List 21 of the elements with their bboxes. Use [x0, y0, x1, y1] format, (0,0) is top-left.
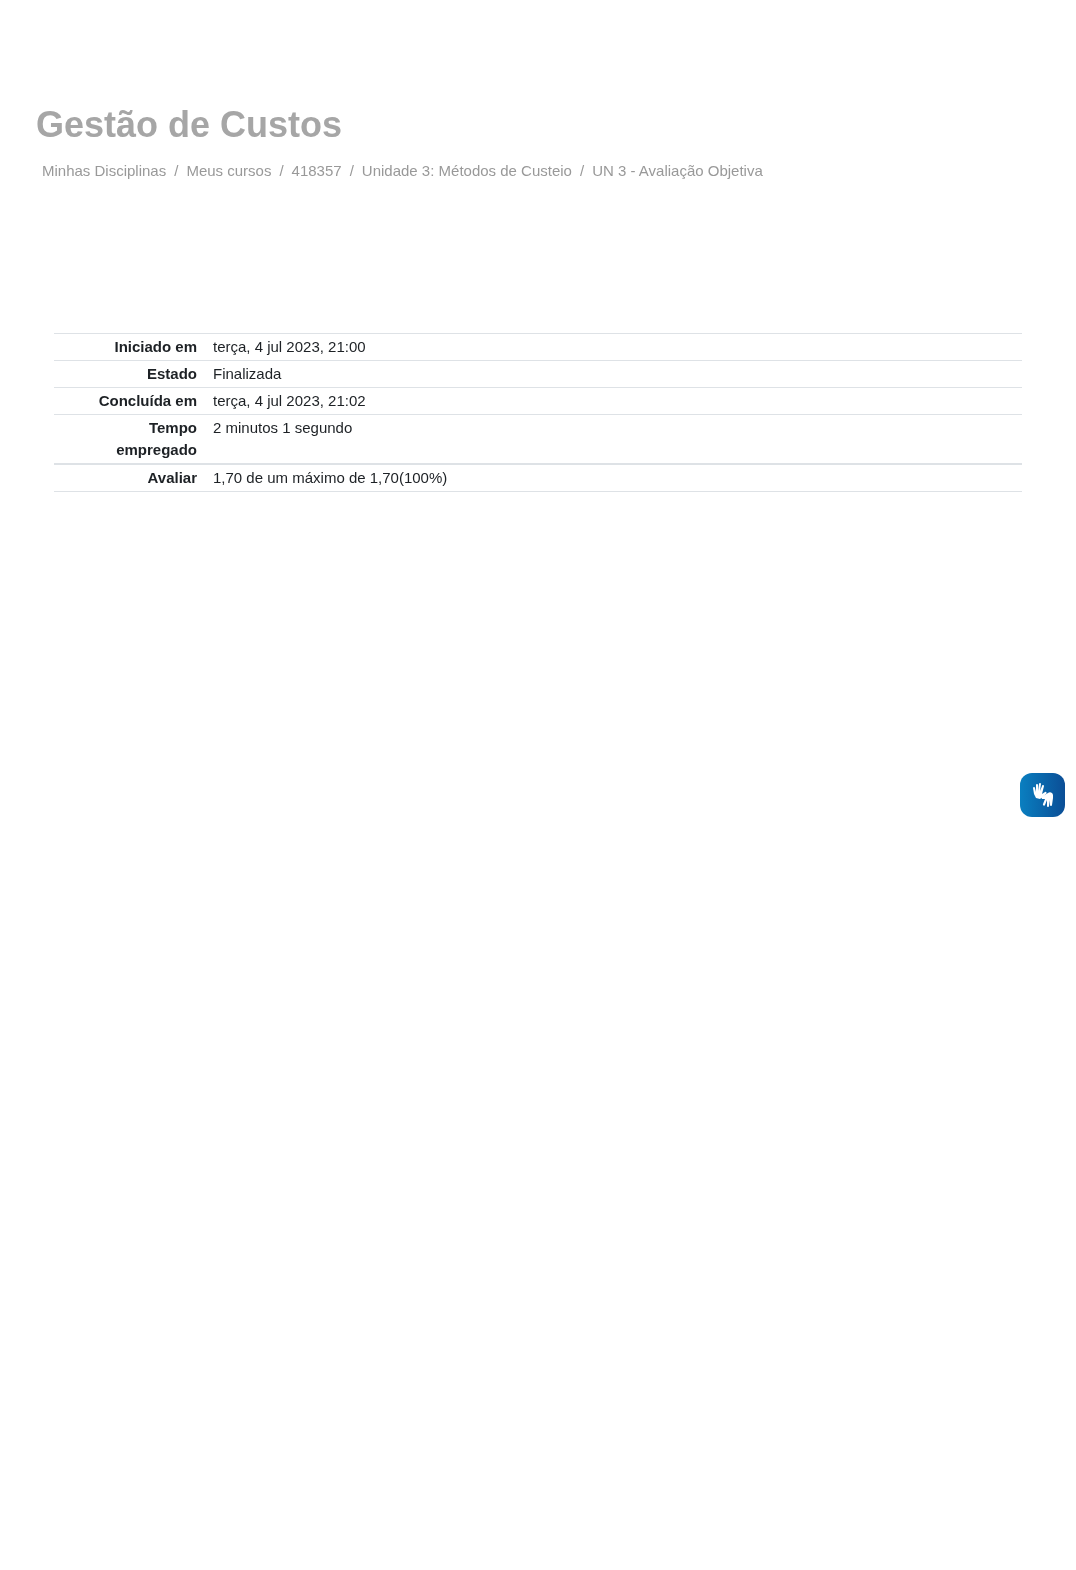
- summary-label: Tempo empregado: [116, 418, 197, 458]
- breadcrumb-link[interactable]: 418357: [291, 160, 342, 183]
- summary-value: terça, 4 jul 2023, 21:02: [212, 390, 366, 411]
- summary-value: 1,70 de um máximo de 1,70(100%): [212, 467, 448, 488]
- breadcrumb-link[interactable]: Minhas Disciplinas: [42, 160, 167, 183]
- summary-value: terça, 4 jul 2023, 21:00: [212, 336, 366, 357]
- breadcrumb-separator: /: [578, 161, 586, 181]
- breadcrumb-separator: /: [278, 161, 285, 181]
- breadcrumb-link[interactable]: Unidade 3: Métodos de Custeio: [361, 160, 572, 183]
- sign-language-button[interactable]: [1020, 773, 1065, 817]
- summary-value: 2 minutos 1 segundo: [212, 417, 353, 438]
- summary-label: Avaliar: [147, 468, 197, 486]
- summary-label: Iniciado em: [114, 337, 197, 355]
- breadcrumb-link[interactable]: Meus cursos: [186, 160, 272, 183]
- summary-label: Estado: [147, 364, 197, 382]
- summary-label: Concluída em: [98, 391, 197, 409]
- breadcrumb-separator: /: [173, 161, 180, 181]
- summary-value: Finalizada: [212, 363, 282, 384]
- breadcrumb-separator: /: [348, 161, 355, 181]
- page-title: Gestão de Custos: [36, 103, 344, 147]
- breadcrumb-link[interactable]: UN 3 - Avaliação Objetiva: [592, 160, 763, 183]
